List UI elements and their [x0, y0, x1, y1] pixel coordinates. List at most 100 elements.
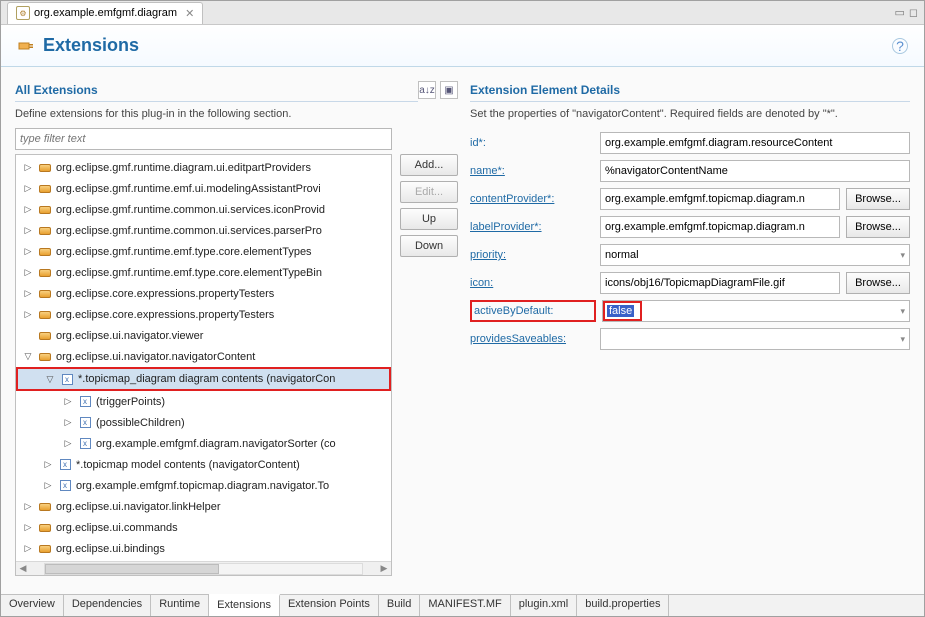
maximize-icon[interactable]: ◻: [909, 6, 918, 19]
contentprovider-field[interactable]: [600, 188, 840, 210]
extensions-tree[interactable]: ▷ org.eclipse.gmf.runtime.diagram.ui.edit…: [15, 154, 392, 576]
help-icon[interactable]: ?: [892, 38, 908, 54]
tree-label: org.eclipse.gmf.runtime.diagram.ui.editp…: [56, 162, 311, 174]
expand-icon[interactable]: ▷: [42, 459, 54, 470]
bottom-tab-extensions[interactable]: Extensions: [209, 594, 280, 616]
tree-label: org.eclipse.gmf.runtime.common.ui.servic…: [56, 225, 322, 237]
icon-label[interactable]: icon:: [470, 277, 594, 289]
tree-label: (possibleChildren): [96, 417, 185, 429]
tree-row[interactable]: org.eclipse.ui.navigator.viewer: [16, 325, 391, 346]
element-icon: x: [60, 372, 74, 386]
expand-icon[interactable]: ▷: [22, 183, 34, 194]
priority-select[interactable]: normal▾: [600, 244, 910, 266]
sort-az-icon[interactable]: a↓z: [418, 81, 436, 99]
id-field[interactable]: [600, 132, 910, 154]
edit-button[interactable]: Edit...: [400, 181, 458, 203]
browse-button[interactable]: Browse...: [846, 188, 910, 210]
tree-row[interactable]: ▷org.eclipse.gmf.runtime.emf.type.core.e…: [16, 262, 391, 283]
bottom-tab-extension-points[interactable]: Extension Points: [280, 595, 379, 616]
browse-button[interactable]: Browse...: [846, 216, 910, 238]
providessaveables-select[interactable]: ▾: [600, 328, 910, 350]
expand-icon[interactable]: ▷: [22, 522, 34, 533]
filter-input[interactable]: [15, 128, 392, 150]
providessaveables-label[interactable]: providesSaveables:: [470, 333, 594, 345]
tree-row[interactable]: ▷ org.eclipse.gmf.runtime.common.ui.servi…: [16, 220, 391, 241]
extension-point-icon: [38, 350, 52, 364]
minimize-icon[interactable]: ▭: [894, 6, 904, 19]
tree-label: *.topicmap_diagram diagram contents (nav…: [78, 373, 335, 385]
tree-row[interactable]: ▷org.eclipse.gmf.runtime.emf.type.core.e…: [16, 241, 391, 262]
tree-row[interactable]: ▷ org.eclipse.gmf.runtime.emf.ui.modeling…: [16, 178, 391, 199]
extension-point-icon: [38, 329, 52, 343]
expand-icon[interactable]: ▷: [22, 267, 34, 278]
page-header: Extensions ?: [1, 25, 924, 67]
bottom-tab-build[interactable]: Build: [379, 595, 420, 616]
bottom-tab-dependencies[interactable]: Dependencies: [64, 595, 151, 616]
tree-row[interactable]: ▷org.eclipse.ui.navigator.linkHelper: [16, 496, 391, 517]
bottom-tab-runtime[interactable]: Runtime: [151, 595, 209, 616]
name-field[interactable]: [600, 160, 910, 182]
bottom-tab-build-properties[interactable]: build.properties: [577, 595, 669, 616]
down-button[interactable]: Down: [400, 235, 458, 257]
tree-row[interactable]: ▷org.eclipse.gmf.runtime.common.ui.servi…: [16, 199, 391, 220]
activebydefault-label[interactable]: activeByDefault:: [474, 305, 592, 317]
tree-label: org.example.emfgmf.topicmap.diagram.navi…: [76, 480, 329, 492]
expand-icon[interactable]: ▷: [62, 417, 74, 428]
expand-icon[interactable]: ▷: [22, 288, 34, 299]
extension-point-icon: [38, 521, 52, 535]
tree-row[interactable]: ▷ org.eclipse.gmf.runtime.diagram.ui.edit…: [16, 157, 391, 178]
tree-row[interactable]: ▷x*.topicmap model contents (navigatorCo…: [16, 454, 391, 475]
extension-point-icon: [38, 203, 52, 217]
tree-row[interactable]: ▷org.eclipse.core.expressions.propertyTe…: [16, 304, 391, 325]
bottom-tab-plugin-xml[interactable]: plugin.xml: [511, 595, 578, 616]
page-title: Extensions: [43, 35, 139, 56]
expand-icon[interactable]: ▷: [22, 309, 34, 320]
up-button[interactable]: Up: [400, 208, 458, 230]
expand-icon[interactable]: ▷: [22, 162, 34, 173]
details-title: Extension Element Details: [470, 79, 910, 102]
tree-label: org.eclipse.ui.bindings: [56, 543, 165, 555]
expand-icon[interactable]: ▷: [22, 204, 34, 215]
tree-row[interactable]: ▷xorg.example.emfgmf.topicmap.diagram.na…: [16, 475, 391, 496]
expand-icon[interactable]: ▷: [22, 225, 34, 236]
tree-row[interactable]: ▷ org.eclipse.ui.bindings: [16, 538, 391, 559]
tree-label: org.eclipse.ui.navigator.viewer: [56, 330, 203, 342]
add-button[interactable]: Add...: [400, 154, 458, 176]
editor-tab[interactable]: ⚙ org.example.emfgmf.diagram ✕: [7, 2, 203, 24]
collapse-all-icon[interactable]: ▣: [440, 81, 458, 99]
contentprovider-label[interactable]: contentProvider*:: [470, 193, 594, 205]
tree-row[interactable]: ▽ org.eclipse.ui.navigator.navigatorConte…: [16, 346, 391, 367]
extensions-icon: [17, 37, 35, 55]
bottom-tab-manifest-mf[interactable]: MANIFEST.MF: [420, 595, 510, 616]
priority-label[interactable]: priority:: [470, 249, 594, 261]
horizontal-scrollbar[interactable]: ◀ ▶: [16, 561, 391, 575]
expand-icon[interactable]: ▷: [22, 543, 34, 554]
tree-label: org.eclipse.ui.navigator.navigatorConten…: [56, 351, 255, 363]
extension-point-icon: [38, 308, 52, 322]
extension-point-icon: [38, 182, 52, 196]
bottom-tab-overview[interactable]: Overview: [1, 595, 64, 616]
browse-button[interactable]: Browse...: [846, 272, 910, 294]
expand-icon[interactable]: ▷: [62, 396, 74, 407]
expand-icon[interactable]: ▽: [44, 374, 56, 385]
expand-icon[interactable]: ▷: [62, 438, 74, 449]
tree-row[interactable]: ▷x(possibleChildren): [16, 412, 391, 433]
tree-row[interactable]: ▷xorg.example.emfgmf.diagram.navigatorSo…: [16, 433, 391, 454]
labelprovider-field[interactable]: [600, 216, 840, 238]
tree-row[interactable]: ▷x(triggerPoints): [16, 391, 391, 412]
name-label[interactable]: name*:: [470, 165, 594, 177]
expand-icon[interactable]: ▽: [22, 351, 34, 362]
tree-row[interactable]: ▷org.eclipse.ui.commands: [16, 517, 391, 538]
expand-icon[interactable]: ▷: [42, 480, 54, 491]
icon-field[interactable]: [600, 272, 840, 294]
extension-point-icon: [38, 287, 52, 301]
close-icon[interactable]: ✕: [185, 7, 194, 20]
labelprovider-label[interactable]: labelProvider*:: [470, 221, 594, 233]
extension-point-icon: [38, 245, 52, 259]
expand-icon[interactable]: ▷: [22, 501, 34, 512]
tree-label: org.eclipse.gmf.runtime.emf.ui.modelingA…: [56, 183, 321, 195]
activebydefault-select[interactable]: false ▾: [602, 300, 910, 322]
expand-icon[interactable]: ▷: [22, 246, 34, 257]
tree-row[interactable]: ▽ x *.topicmap_diagram diagram contents (n…: [16, 367, 391, 391]
tree-row[interactable]: ▷org.eclipse.core.expressions.propertyTe…: [16, 283, 391, 304]
